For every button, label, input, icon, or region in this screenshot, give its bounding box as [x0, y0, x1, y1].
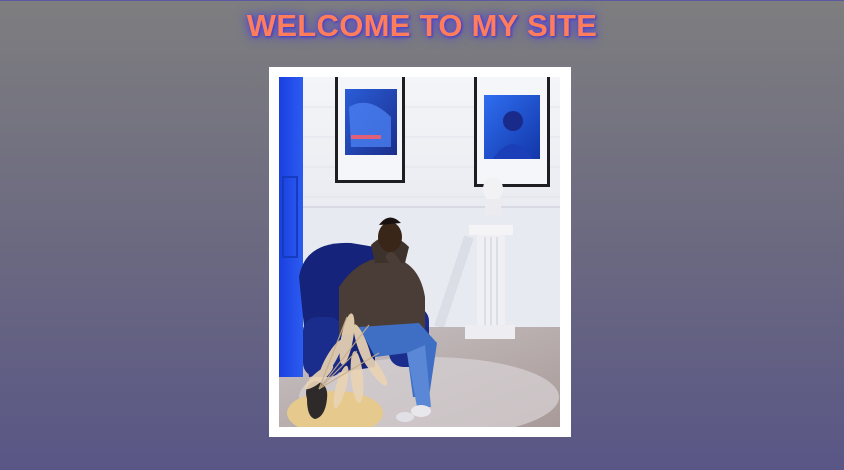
top-border-line — [0, 0, 844, 1]
framed-poster-left — [335, 77, 405, 183]
featured-photo — [279, 77, 560, 427]
photo-frame — [269, 67, 571, 437]
page-title: WELCOME TO MY SITE — [246, 8, 598, 43]
framed-poster-right — [474, 77, 550, 187]
